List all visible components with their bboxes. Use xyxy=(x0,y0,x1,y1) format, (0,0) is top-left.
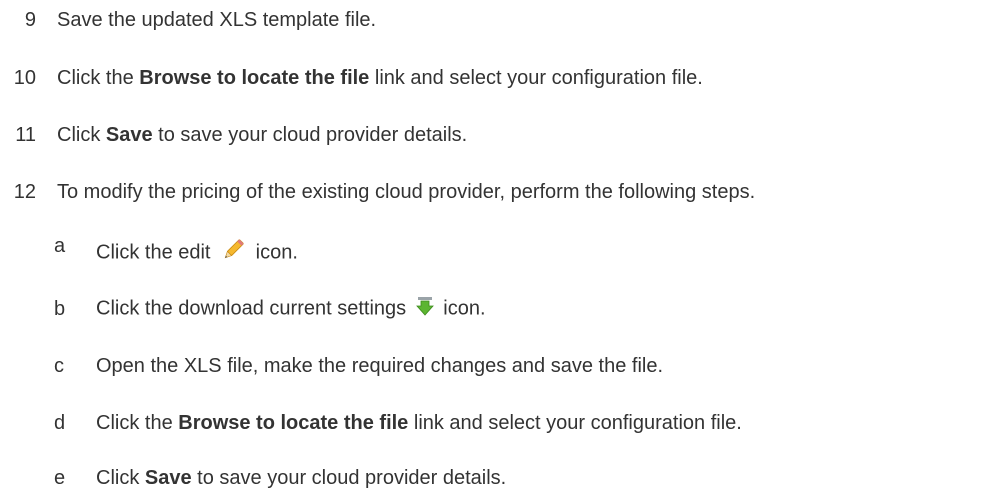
substep-letter: b xyxy=(54,297,66,320)
step-text: To modify the pricing of the existing cl… xyxy=(57,180,756,203)
step-text: Click the Browse to locate the file link… xyxy=(57,66,703,89)
substep-d: d Click the Browse to locate the file li… xyxy=(0,403,742,443)
step-11: 11 Click Save to save your cloud provide… xyxy=(0,115,467,155)
pencil-icon xyxy=(220,237,246,269)
download-arrow-icon xyxy=(415,296,434,322)
step-number: 9 xyxy=(24,8,36,31)
substep-e: e Click Save to save your cloud provider… xyxy=(0,458,506,498)
substep-letter: d xyxy=(54,411,66,434)
step-number: 12 xyxy=(13,180,36,203)
substep-text: Click the download current settings icon… xyxy=(96,296,486,322)
substep-text: Click the Browse to locate the file link… xyxy=(96,411,742,434)
step-text: Save the updated XLS template file. xyxy=(57,8,377,31)
substep-a: a Click the edit icon. xyxy=(0,233,298,273)
step-number: 10 xyxy=(13,66,36,89)
step-10: 10 Click the Browse to locate the file l… xyxy=(0,58,703,98)
ui-term-browse-link: Browse to locate the file xyxy=(139,66,370,89)
substep-text: Click the edit icon. xyxy=(96,237,298,269)
substep-letter: e xyxy=(54,466,66,489)
substep-b: b Click the download current settings ic… xyxy=(0,289,486,329)
substep-letter: a xyxy=(54,234,66,257)
substep-letter: c xyxy=(54,354,64,377)
ui-term-save: Save xyxy=(105,123,153,146)
ui-term-save: Save xyxy=(144,466,192,489)
substep-text: Open the XLS file, make the required cha… xyxy=(96,354,664,377)
step-text: Click Save to save your cloud provider d… xyxy=(57,123,468,146)
step-12: 12 To modify the pricing of the existing… xyxy=(0,172,755,212)
substep-c: c Open the XLS file, make the required c… xyxy=(0,346,663,386)
ui-term-browse-link: Browse to locate the file xyxy=(178,411,409,434)
step-number: 11 xyxy=(15,123,36,146)
substep-text: Click Save to save your cloud provider d… xyxy=(96,466,507,489)
step-9: 9 Save the updated XLS template file. xyxy=(0,0,376,40)
